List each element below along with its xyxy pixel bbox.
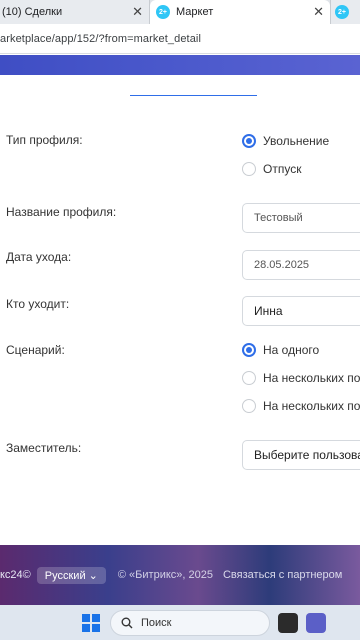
tab-third[interactable]: 2+ <box>330 0 360 24</box>
radio-unchecked-icon[interactable] <box>242 371 256 385</box>
taskbar-search[interactable]: Поиск <box>110 609 270 636</box>
radio-scenario-several-2-label: На нескольких по <box>263 399 360 413</box>
radio-scenario-one[interactable]: На одного <box>242 343 319 357</box>
language-label: Русский <box>44 569 86 582</box>
partner-link[interactable]: Связаться с партнером <box>223 569 342 581</box>
who-leaves-label: Кто уходит: <box>6 297 70 311</box>
footer-logo: кс24© <box>0 569 31 581</box>
tab-market[interactable]: 2+ Маркет ✕ <box>150 0 330 24</box>
radio-vacation[interactable]: Отпуск <box>242 162 301 176</box>
taskbar-search-label: Поиск <box>141 616 172 629</box>
browser-tabstrip: (10) Сделки ✕ 2+ Маркет ✕ 2+ <box>0 0 360 24</box>
language-selector[interactable]: Русский ⌄ <box>36 566 106 584</box>
profile-name-input[interactable]: Тестовый <box>242 203 360 233</box>
search-icon <box>121 617 133 628</box>
deputy-select[interactable]: Выберите пользова <box>242 440 360 470</box>
app-icon[interactable] <box>278 612 298 633</box>
leave-date-label: Дата ухода: <box>6 250 72 264</box>
radio-dismissal-label: Увольнение <box>263 134 330 148</box>
leave-date-input[interactable]: 28.05.2025 <box>242 250 360 280</box>
url-text[interactable]: arketplace/app/152/?from=market_detail <box>0 33 201 45</box>
close-icon[interactable]: ✕ <box>313 4 324 20</box>
section-underline <box>130 95 257 96</box>
bitrix24-favicon-icon: 2+ <box>156 5 170 19</box>
taskbar: Поиск <box>0 605 360 640</box>
footer-content: кс24© Русский ⌄ © «Битрикс», 2025 Связат… <box>0 565 342 585</box>
profile-name-label: Название профиля: <box>6 205 117 219</box>
teams-icon[interactable] <box>306 612 326 633</box>
radio-scenario-several-1-label: На нескольких по <box>263 371 360 385</box>
deputy-label: Заместитель: <box>6 441 82 455</box>
radio-checked-icon[interactable] <box>242 343 256 357</box>
scenario-label: Сценарий: <box>6 343 65 357</box>
radio-vacation-label: Отпуск <box>263 162 302 176</box>
tab-deals[interactable]: (10) Сделки ✕ <box>0 0 150 24</box>
radio-scenario-several-1[interactable]: На нескольких по <box>242 371 360 385</box>
chevron-down-icon: ⌄ <box>88 569 98 582</box>
who-leaves-select[interactable]: Инна <box>242 296 360 326</box>
close-icon[interactable]: ✕ <box>132 4 143 20</box>
profile-type-label: Тип профиля: <box>6 133 83 147</box>
footer-copyright: © «Битрикс», 2025 <box>117 569 213 581</box>
page-footer: кс24© Русский ⌄ © «Битрикс», 2025 Связат… <box>0 545 360 605</box>
bitrix24-favicon-icon: 2+ <box>335 5 349 19</box>
radio-scenario-one-label: На одного <box>263 343 320 357</box>
windows-start-icon[interactable] <box>82 613 100 632</box>
tab-deals-label: (10) Сделки <box>2 6 63 18</box>
radio-unchecked-icon[interactable] <box>242 399 256 413</box>
radio-scenario-several-2[interactable]: На нескольких по <box>242 399 360 413</box>
radio-dismissal[interactable]: Увольнение <box>242 134 329 148</box>
radio-unchecked-icon[interactable] <box>242 162 256 176</box>
radio-checked-icon[interactable] <box>242 134 256 148</box>
address-bar[interactable]: arketplace/app/152/?from=market_detail <box>0 24 360 54</box>
page-header-band <box>0 55 360 75</box>
tab-market-label: Маркет <box>176 6 214 18</box>
